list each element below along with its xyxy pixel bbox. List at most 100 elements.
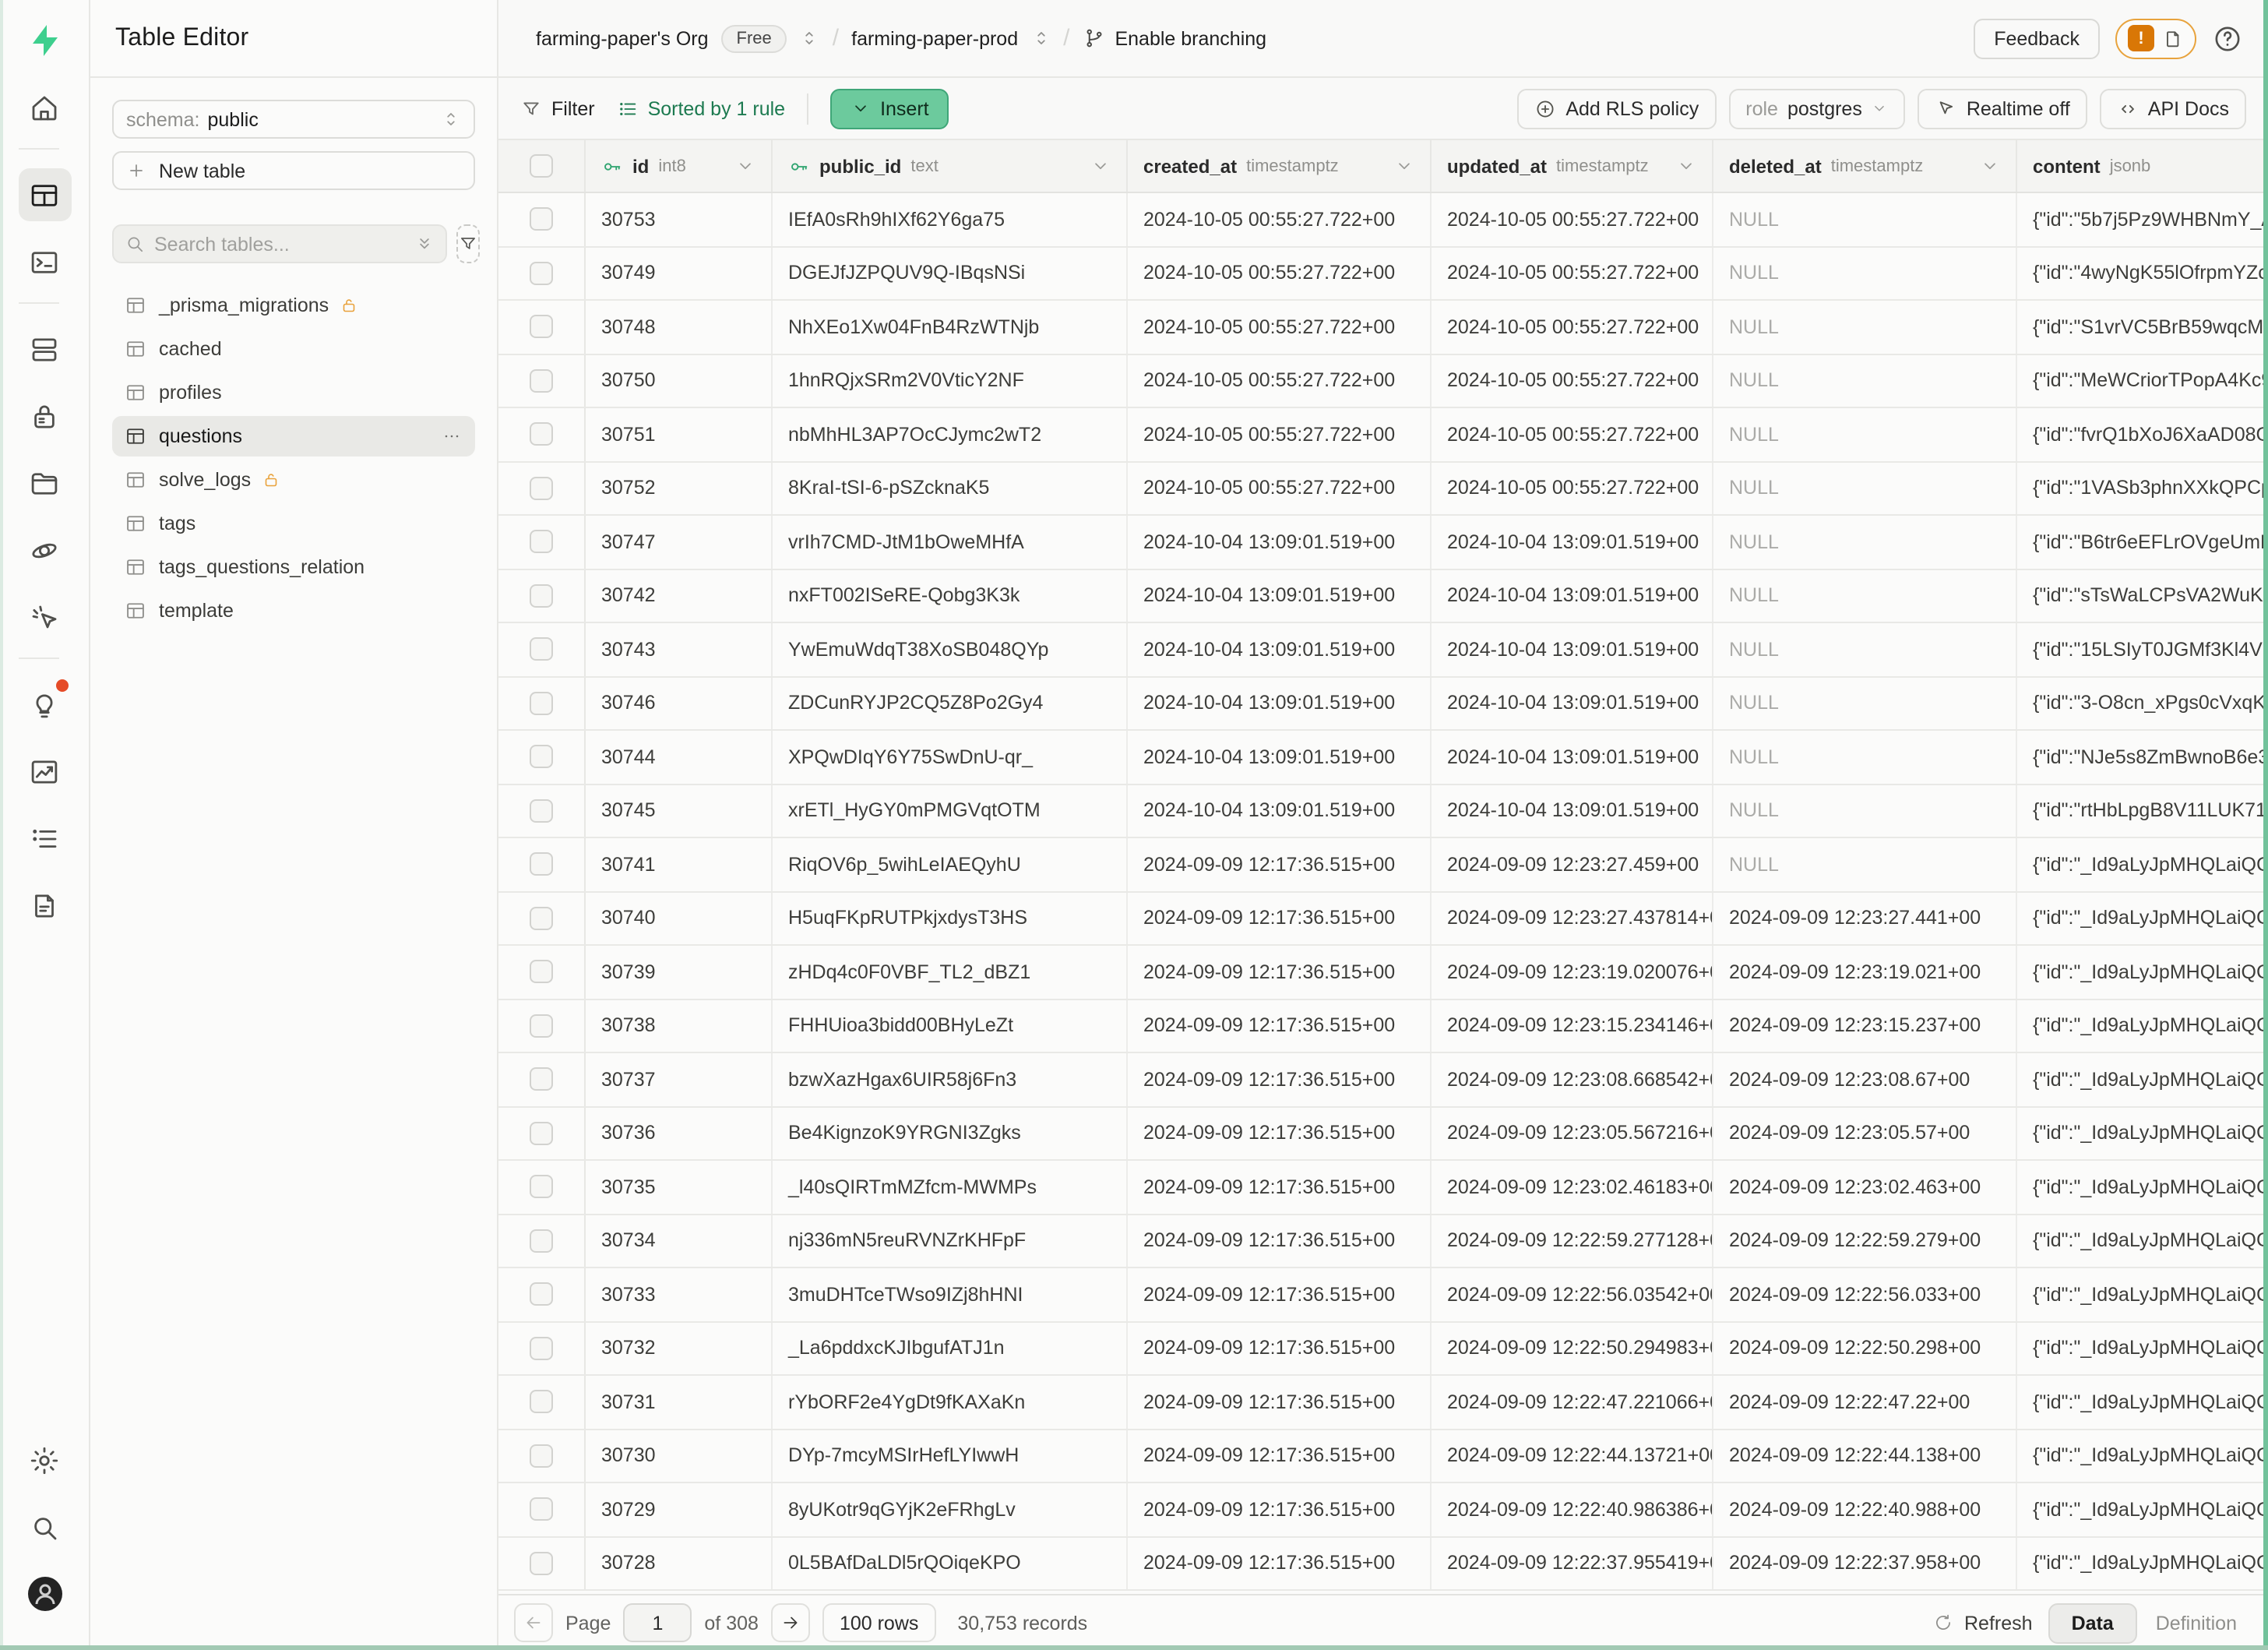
row-checkbox[interactable] <box>530 1176 553 1199</box>
cell-deleted_at[interactable]: NULL <box>1713 247 2017 299</box>
rail-item-storage[interactable] <box>18 457 71 509</box>
cell-content[interactable]: {"id":"NJe5s8ZmBwnoB6e3 <box>2017 731 2268 783</box>
row-checkbox[interactable] <box>530 1014 553 1038</box>
cell-id[interactable]: 30744 <box>586 731 773 783</box>
sidebar-table-solve_logs[interactable]: solve_logs <box>112 460 475 500</box>
cell-deleted_at[interactable]: 2024-09-09 12:22:50.298+00 <box>1713 1322 2017 1374</box>
supabase-logo-icon[interactable] <box>26 22 63 59</box>
cell-id[interactable]: 30745 <box>586 784 773 837</box>
cell-created_at[interactable]: 2024-10-05 00:55:27.722+00 <box>1128 408 1432 460</box>
cell-created_at[interactable]: 2024-10-04 13:09:01.519+00 <box>1128 516 1432 568</box>
cell-id[interactable]: 30736 <box>586 1107 773 1159</box>
cell-created_at[interactable]: 2024-09-09 12:17:36.515+00 <box>1128 1107 1432 1159</box>
cell-id[interactable]: 30752 <box>586 462 773 514</box>
cell-id[interactable]: 30738 <box>586 1000 773 1052</box>
cell-updated_at[interactable]: 2024-09-09 12:23:05.567216+00 <box>1432 1107 1713 1159</box>
cell-deleted_at[interactable]: 2024-09-09 12:23:08.67+00 <box>1713 1053 2017 1105</box>
row-checkbox[interactable] <box>530 1122 553 1145</box>
cell-public_id[interactable]: RiqOV6p_5wihLeIAEQyhU <box>773 838 1128 890</box>
cell-id[interactable]: 30734 <box>586 1215 773 1267</box>
rail-item-advisors[interactable] <box>18 678 71 731</box>
cell-public_id[interactable]: ZDCunRYJP2CQ5Z8Po2Gy4 <box>773 677 1128 729</box>
row-checkbox[interactable] <box>530 1283 553 1306</box>
column-menu-icon[interactable] <box>1090 156 1111 176</box>
help-icon[interactable] <box>2212 23 2243 54</box>
sidebar-table-template[interactable]: template <box>112 591 475 631</box>
cell-id[interactable]: 30748 <box>586 301 773 353</box>
cell-updated_at[interactable]: 2024-10-05 00:55:27.722+00 <box>1432 301 1713 353</box>
row-checkbox[interactable] <box>530 316 553 339</box>
cell-public_id[interactable]: XPQwDIqY6Y75SwDnU-qr_ <box>773 731 1128 783</box>
row-checkbox[interactable] <box>530 907 553 930</box>
cell-public_id[interactable]: YwEmuWdqT38XoSB048QYp <box>773 623 1128 675</box>
column-menu-icon[interactable] <box>1980 156 2000 176</box>
cell-created_at[interactable]: 2024-10-05 00:55:27.722+00 <box>1128 462 1432 514</box>
rows-per-page-button[interactable]: 100 rows <box>822 1603 935 1642</box>
cell-updated_at[interactable]: 2024-09-09 12:23:08.668542+00 <box>1432 1053 1713 1105</box>
cell-created_at[interactable]: 2024-10-04 13:09:01.519+00 <box>1128 784 1432 837</box>
next-page-button[interactable] <box>771 1603 810 1642</box>
cell-content[interactable]: {"id":"_Id9aLyJpMHQLaiQC <box>2017 1430 2268 1482</box>
cell-updated_at[interactable]: 2024-10-04 13:09:01.519+00 <box>1432 731 1713 783</box>
cell-deleted_at[interactable]: 2024-09-09 12:23:05.57+00 <box>1713 1107 2017 1159</box>
row-checkbox[interactable] <box>530 1068 553 1091</box>
sort-button[interactable]: Sorted by 1 rule <box>617 97 786 119</box>
cell-deleted_at[interactable]: 2024-09-09 12:22:47.22+00 <box>1713 1376 2017 1428</box>
cell-deleted_at[interactable]: NULL <box>1713 193 2017 245</box>
cell-deleted_at[interactable]: 2024-09-09 12:22:37.958+00 <box>1713 1537 2017 1589</box>
cell-updated_at[interactable]: 2024-09-09 12:23:27.459+00 <box>1432 838 1713 890</box>
cell-id[interactable]: 30747 <box>586 516 773 568</box>
cell-id[interactable]: 30737 <box>586 1053 773 1105</box>
cell-updated_at[interactable]: 2024-10-05 00:55:27.722+00 <box>1432 462 1713 514</box>
cell-updated_at[interactable]: 2024-10-04 13:09:01.519+00 <box>1432 784 1713 837</box>
sidebar-table-_prisma_migrations[interactable]: _prisma_migrations <box>112 285 475 326</box>
cell-updated_at[interactable]: 2024-09-09 12:22:40.986386+00 <box>1432 1483 1713 1535</box>
prev-page-button[interactable] <box>514 1603 553 1642</box>
cell-updated_at[interactable]: 2024-10-04 13:09:01.519+00 <box>1432 516 1713 568</box>
cell-content[interactable]: {"id":"_Id9aLyJpMHQLaiQC <box>2017 1376 2268 1428</box>
cell-created_at[interactable]: 2024-10-05 00:55:27.722+00 <box>1128 247 1432 299</box>
cell-updated_at[interactable]: 2024-09-09 12:23:27.437814+00 <box>1432 892 1713 944</box>
row-checkbox[interactable] <box>530 584 553 608</box>
role-select-button[interactable]: role postgres <box>1728 88 1906 129</box>
sidebar-filter-button[interactable] <box>456 224 480 263</box>
cell-public_id[interactable]: _l40sQIRTmMZfcm-MWMPs <box>773 1161 1128 1213</box>
cell-content[interactable]: {"id":"_Id9aLyJpMHQLaiQC <box>2017 946 2268 998</box>
cell-id[interactable]: 30740 <box>586 892 773 944</box>
cell-deleted_at[interactable]: NULL <box>1713 731 2017 783</box>
cell-public_id[interactable]: 8KraI-tSI-6-pSZcknaK5 <box>773 462 1128 514</box>
rail-item-logs[interactable] <box>18 812 71 865</box>
row-checkbox[interactable] <box>530 531 553 554</box>
sidebar-table-questions[interactable]: questions <box>112 416 475 457</box>
cell-id[interactable]: 30751 <box>586 408 773 460</box>
rail-item-auth[interactable] <box>18 390 71 442</box>
cell-created_at[interactable]: 2024-09-09 12:17:36.515+00 <box>1128 946 1432 998</box>
row-checkbox[interactable] <box>530 477 553 500</box>
row-checkbox[interactable] <box>530 1337 553 1360</box>
cell-updated_at[interactable]: 2024-09-09 12:22:47.221066+00 <box>1432 1376 1713 1428</box>
rail-item-settings[interactable] <box>18 1433 71 1486</box>
rail-item-table-editor[interactable] <box>18 168 71 221</box>
cell-public_id[interactable]: 1hnRQjxSRm2V0VticY2NF <box>773 354 1128 407</box>
row-checkbox[interactable] <box>530 262 553 285</box>
cell-deleted_at[interactable]: NULL <box>1713 784 2017 837</box>
search-tables-input[interactable] <box>145 233 414 255</box>
cell-deleted_at[interactable]: 2024-09-09 12:22:44.138+00 <box>1713 1430 2017 1482</box>
rail-item-edge-functions[interactable] <box>18 524 71 576</box>
cell-id[interactable]: 30728 <box>586 1537 773 1589</box>
add-rls-policy-button[interactable]: Add RLS policy <box>1517 88 1716 129</box>
new-table-button[interactable]: New table <box>112 151 475 190</box>
cell-content[interactable]: {"id":"_Id9aLyJpMHQLaiQC <box>2017 1215 2268 1267</box>
cell-content[interactable]: {"id":"_Id9aLyJpMHQLaiQC <box>2017 1322 2268 1374</box>
cell-id[interactable]: 30753 <box>586 193 773 245</box>
cell-id[interactable]: 30733 <box>586 1268 773 1320</box>
row-checkbox[interactable] <box>530 208 553 231</box>
cell-updated_at[interactable]: 2024-09-09 12:22:50.294983+00 <box>1432 1322 1713 1374</box>
cell-content[interactable]: {"id":"rtHbLpgB8V11LUK7152 <box>2017 784 2268 837</box>
cell-public_id[interactable]: H5uqFKpRUTPkjxdysT3HS <box>773 892 1128 944</box>
cell-deleted_at[interactable]: 2024-09-09 12:23:27.441+00 <box>1713 892 2017 944</box>
cell-public_id[interactable]: nxFT002ISeRE-Qobg3K3k <box>773 569 1128 622</box>
tab-data[interactable]: Data <box>2048 1602 2137 1643</box>
cell-content[interactable]: {"id":"_Id9aLyJpMHQLaiQC <box>2017 892 2268 944</box>
project-name[interactable]: farming-paper-prod <box>851 27 1018 49</box>
